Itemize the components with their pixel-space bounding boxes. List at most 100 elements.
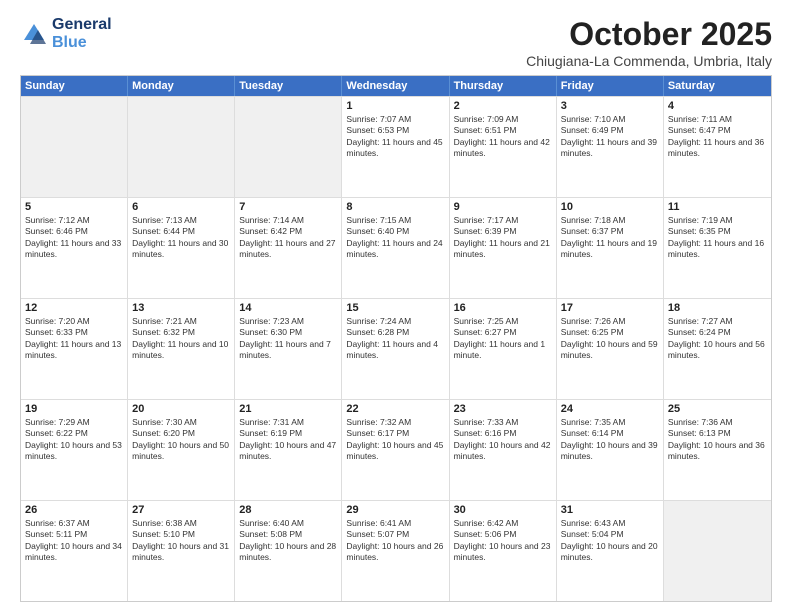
day-cell-23: 23 Sunrise: 7:33 AM Sunset: 6:16 PM Dayli… [450,400,557,500]
day-number: 21 [239,403,337,415]
day-cell-7: 7Sunrise: 7:14 AM Sunset: 6:42 PM Daylig… [235,198,342,298]
day-number: 27 [132,504,230,516]
day-info: Sunrise: 7:24 AM Sunset: 6:28 PM Dayligh… [346,316,444,362]
day-number: 3 [561,100,659,112]
calendar: SundayMondayTuesdayWednesdayThursdayFrid… [20,75,772,602]
day-cell-20: 20Sunrise: 7:30 AM Sunset: 6:20 PM Dayli… [128,400,235,500]
day-cell-31: 31 Sunrise: 6:43 AM Sunset: 5:04 PM Dayli… [557,501,664,601]
day-cell-24: 24 Sunrise: 7:35 AM Sunset: 6:14 PM Dayli… [557,400,664,500]
day-cell-27: 27 Sunrise: 6:38 AM Sunset: 5:10 PM Dayli… [128,501,235,601]
day-info: Sunrise: 7:35 AM Sunset: 6:14 PM Dayligh… [561,417,659,463]
day-number: 7 [239,201,337,213]
day-info: Sunrise: 7:09 AM Sunset: 6:51 PM Dayligh… [454,114,552,160]
day-info: Sunrise: 6:41 AM Sunset: 5:07 PM Dayligh… [346,518,444,564]
day-cell-8: 8Sunrise: 7:15 AM Sunset: 6:40 PM Daylig… [342,198,449,298]
week-row-3: 12 Sunrise: 7:20 AM Sunset: 6:33 PM Dayli… [21,298,771,399]
header-day-saturday: Saturday [664,76,771,96]
day-cell-26: 26 Sunrise: 6:37 AM Sunset: 5:11 PM Dayli… [21,501,128,601]
empty-cell [664,501,771,601]
day-info: Sunrise: 7:10 AM Sunset: 6:49 PM Dayligh… [561,114,659,160]
day-cell-21: 21 Sunrise: 7:31 AM Sunset: 6:19 PM Dayli… [235,400,342,500]
empty-cell [21,97,128,197]
day-info: Sunrise: 7:32 AM Sunset: 6:17 PM Dayligh… [346,417,444,463]
day-number: 12 [25,302,123,314]
day-number: 10 [561,201,659,213]
day-cell-13: 13 Sunrise: 7:21 AM Sunset: 6:32 PM Dayli… [128,299,235,399]
day-number: 31 [561,504,659,516]
day-cell-5: 5 Sunrise: 7:12 AM Sunset: 6:46 PM Daylig… [21,198,128,298]
page: General Blue October 2025 Chiugiana-La C… [0,0,792,612]
empty-cell [235,97,342,197]
day-info: Sunrise: 6:40 AM Sunset: 5:08 PM Dayligh… [239,518,337,564]
month-title: October 2025 [526,16,772,53]
day-info: Sunrise: 7:20 AM Sunset: 6:33 PM Dayligh… [25,316,123,362]
day-number: 28 [239,504,337,516]
day-info: Sunrise: 7:25 AM Sunset: 6:27 PM Dayligh… [454,316,552,362]
day-info: Sunrise: 7:17 AM Sunset: 6:39 PM Dayligh… [454,215,552,261]
day-number: 26 [25,504,123,516]
day-number: 13 [132,302,230,314]
header-day-thursday: Thursday [450,76,557,96]
day-number: 20 [132,403,230,415]
empty-cell [128,97,235,197]
day-number: 23 [454,403,552,415]
logo-text-line2: Blue [52,34,112,52]
day-info: Sunrise: 7:13 AM Sunset: 6:44 PM Dayligh… [132,215,230,261]
day-info: Sunrise: 6:43 AM Sunset: 5:04 PM Dayligh… [561,518,659,564]
day-info: Sunrise: 7:07 AM Sunset: 6:53 PM Dayligh… [346,114,444,160]
day-info: Sunrise: 6:38 AM Sunset: 5:10 PM Dayligh… [132,518,230,564]
day-number: 17 [561,302,659,314]
day-number: 29 [346,504,444,516]
day-info: Sunrise: 7:26 AM Sunset: 6:25 PM Dayligh… [561,316,659,362]
day-info: Sunrise: 7:27 AM Sunset: 6:24 PM Dayligh… [668,316,767,362]
day-cell-1: 1Sunrise: 7:07 AM Sunset: 6:53 PM Daylig… [342,97,449,197]
day-number: 24 [561,403,659,415]
day-number: 6 [132,201,230,213]
day-info: Sunrise: 7:23 AM Sunset: 6:30 PM Dayligh… [239,316,337,362]
week-row-5: 26 Sunrise: 6:37 AM Sunset: 5:11 PM Dayli… [21,500,771,601]
day-cell-3: 3 Sunrise: 7:10 AM Sunset: 6:49 PM Daylig… [557,97,664,197]
header-day-monday: Monday [128,76,235,96]
header-day-friday: Friday [557,76,664,96]
day-cell-25: 25Sunrise: 7:36 AM Sunset: 6:13 PM Dayli… [664,400,771,500]
day-cell-9: 9Sunrise: 7:17 AM Sunset: 6:39 PM Daylig… [450,198,557,298]
logo: General Blue [20,16,112,51]
day-number: 11 [668,201,767,213]
day-info: Sunrise: 7:33 AM Sunset: 6:16 PM Dayligh… [454,417,552,463]
day-cell-2: 2 Sunrise: 7:09 AM Sunset: 6:51 PM Daylig… [450,97,557,197]
week-row-4: 19 Sunrise: 7:29 AM Sunset: 6:22 PM Dayli… [21,399,771,500]
day-number: 5 [25,201,123,213]
day-cell-19: 19 Sunrise: 7:29 AM Sunset: 6:22 PM Dayli… [21,400,128,500]
day-info: Sunrise: 6:42 AM Sunset: 5:06 PM Dayligh… [454,518,552,564]
day-cell-18: 18 Sunrise: 7:27 AM Sunset: 6:24 PM Dayli… [664,299,771,399]
day-cell-6: 6 Sunrise: 7:13 AM Sunset: 6:44 PM Daylig… [128,198,235,298]
day-number: 22 [346,403,444,415]
day-number: 18 [668,302,767,314]
day-number: 15 [346,302,444,314]
header-day-wednesday: Wednesday [342,76,449,96]
day-number: 19 [25,403,123,415]
day-info: Sunrise: 7:29 AM Sunset: 6:22 PM Dayligh… [25,417,123,463]
day-cell-22: 22 Sunrise: 7:32 AM Sunset: 6:17 PM Dayli… [342,400,449,500]
day-info: Sunrise: 7:12 AM Sunset: 6:46 PM Dayligh… [25,215,123,261]
header: General Blue October 2025 Chiugiana-La C… [20,16,772,69]
day-info: Sunrise: 7:15 AM Sunset: 6:40 PM Dayligh… [346,215,444,261]
calendar-grid: 1Sunrise: 7:07 AM Sunset: 6:53 PM Daylig… [21,96,771,601]
header-day-tuesday: Tuesday [235,76,342,96]
day-info: Sunrise: 7:36 AM Sunset: 6:13 PM Dayligh… [668,417,767,463]
day-number: 4 [668,100,767,112]
day-number: 2 [454,100,552,112]
logo-text-line1: General [52,16,112,34]
day-cell-28: 28 Sunrise: 6:40 AM Sunset: 5:08 PM Dayli… [235,501,342,601]
day-info: Sunrise: 7:31 AM Sunset: 6:19 PM Dayligh… [239,417,337,463]
week-row-1: 1Sunrise: 7:07 AM Sunset: 6:53 PM Daylig… [21,96,771,197]
day-info: Sunrise: 7:21 AM Sunset: 6:32 PM Dayligh… [132,316,230,362]
day-info: Sunrise: 6:37 AM Sunset: 5:11 PM Dayligh… [25,518,123,564]
day-cell-30: 30 Sunrise: 6:42 AM Sunset: 5:06 PM Dayli… [450,501,557,601]
day-cell-4: 4Sunrise: 7:11 AM Sunset: 6:47 PM Daylig… [664,97,771,197]
day-cell-10: 10Sunrise: 7:18 AM Sunset: 6:37 PM Dayli… [557,198,664,298]
day-cell-14: 14Sunrise: 7:23 AM Sunset: 6:30 PM Dayli… [235,299,342,399]
day-number: 30 [454,504,552,516]
day-cell-16: 16Sunrise: 7:25 AM Sunset: 6:27 PM Dayli… [450,299,557,399]
day-cell-17: 17 Sunrise: 7:26 AM Sunset: 6:25 PM Dayli… [557,299,664,399]
